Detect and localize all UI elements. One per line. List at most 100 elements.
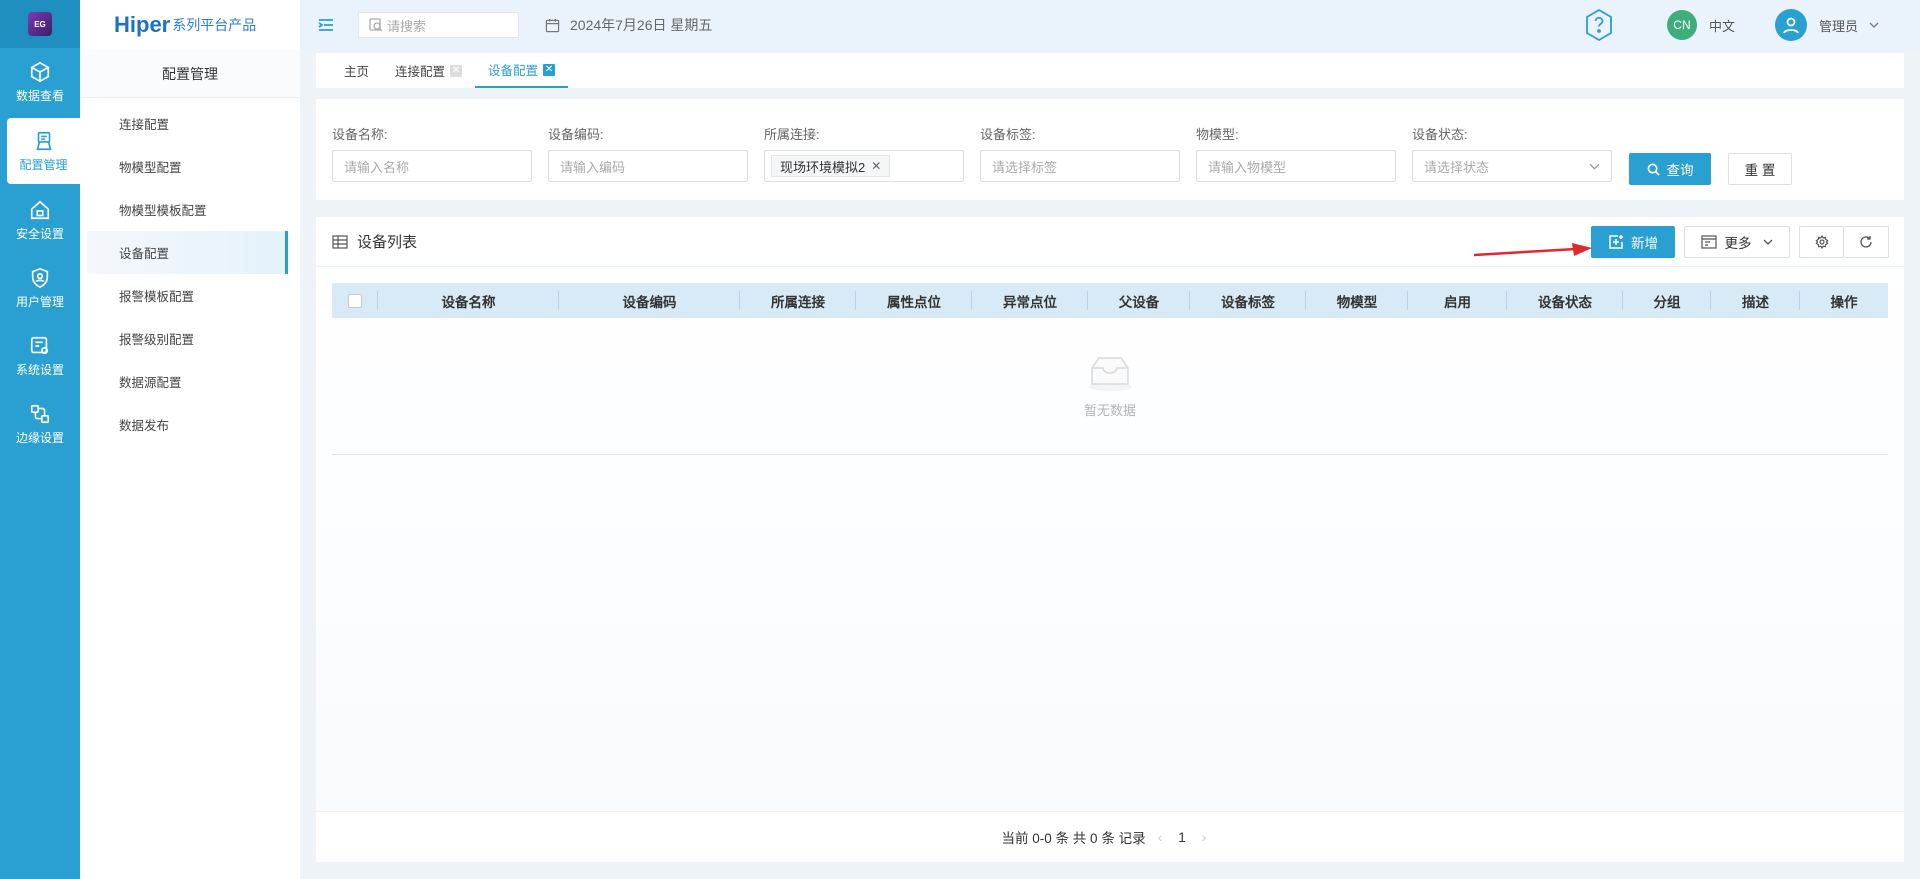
menu-toggle-icon[interactable] <box>316 15 336 35</box>
close-icon[interactable]: ✕ <box>543 63 556 76</box>
model-input[interactable]: 请输入物模型 <box>1196 150 1396 182</box>
panel-title: 设备列表 <box>357 234 418 251</box>
tab-label: 设备配置 <box>488 64 539 78</box>
column-header[interactable]: 分组 <box>1623 283 1711 318</box>
connection-select[interactable]: 现场环境模拟2 ✕ <box>764 150 964 182</box>
chevron-down-icon <box>1589 163 1600 170</box>
brand-suffix: 系列平台产品 <box>172 17 257 33</box>
status-field: 设备状态: 请选择状态 <box>1412 124 1612 182</box>
search-placeholder: 请搜索 <box>387 18 427 34</box>
rail-item-edge[interactable]: 边缘设置 <box>0 390 80 458</box>
user-name: 管理员 <box>1818 18 1858 34</box>
status-select[interactable]: 请选择状态 <box>1412 150 1612 182</box>
refresh-button[interactable] <box>1844 226 1889 258</box>
rail-item-data-view[interactable]: 数据查看 <box>0 48 80 116</box>
column-header[interactable]: 所属连接 <box>740 283 856 318</box>
calendar-icon <box>545 18 560 32</box>
add-icon <box>1609 235 1623 249</box>
topbar-right: CN 中文 管理员 <box>1581 0 1920 50</box>
column-header[interactable]: 描述 <box>1711 283 1800 318</box>
submenu: Hiper 系列平台产品 配置管理 连接配置 物模型配置 物模型模板配置 设备配置… <box>80 0 300 879</box>
column-header[interactable]: 设备状态 <box>1507 283 1623 318</box>
more-icon <box>1700 235 1717 249</box>
rail-item-label: 系统设置 <box>15 362 64 377</box>
submenu-item-connection[interactable]: 连接配置 <box>87 102 288 145</box>
next-page-icon[interactable]: › <box>1202 829 1207 845</box>
rail-item-security[interactable]: 安全设置 <box>0 186 80 254</box>
submenu-item-alarm-template[interactable]: 报警模板配置 <box>87 274 288 317</box>
system-settings-icon <box>30 336 49 354</box>
device-name-field: 设备名称: 请输入名称 <box>332 124 532 182</box>
select-all-cell <box>332 283 378 318</box>
column-header[interactable]: 设备标签 <box>1190 283 1306 318</box>
submenu-item-model[interactable]: 物模型配置 <box>87 145 288 188</box>
rail-item-config[interactable]: 配置管理 <box>7 118 80 184</box>
device-code-input[interactable]: 请输入编码 <box>548 150 748 182</box>
user-menu[interactable]: 管理员 <box>1774 9 1880 41</box>
query-button[interactable]: 查询 <box>1629 153 1711 185</box>
edge-icon <box>30 404 50 423</box>
more-label: 更多 <box>1724 236 1752 251</box>
column-header[interactable]: 操作 <box>1800 283 1888 318</box>
table-toolbar: 新增 更多 <box>1591 226 1889 258</box>
search-input[interactable]: 请搜索 <box>358 12 519 38</box>
model-field: 物模型: 请输入物模型 <box>1196 124 1396 182</box>
cube-icon <box>30 61 50 82</box>
refresh-icon <box>1860 236 1872 248</box>
rail-item-system[interactable]: 系统设置 <box>0 322 80 390</box>
reset-button[interactable]: 重 置 <box>1728 153 1792 185</box>
submenu-item-datasource[interactable]: 数据源配置 <box>87 360 288 403</box>
submenu-item-publish[interactable]: 数据发布 <box>87 403 288 446</box>
annotation-arrow-icon <box>1473 243 1592 257</box>
rail-item-label: 边缘设置 <box>15 430 64 445</box>
topbar: 请搜索 2024年7月26日 星期五 CN 中文 管理员 <box>300 0 1920 50</box>
submenu-item-model-template[interactable]: 物模型模板配置 <box>87 188 288 231</box>
language-label: 中文 <box>1708 18 1735 34</box>
status-placeholder: 请选择状态 <box>1424 159 1490 175</box>
empty-state: 暂无数据 <box>332 318 1888 455</box>
search-icon <box>1647 163 1660 176</box>
pagination: 当前 0-0 条 共 0 条 记录 ‹ 1 › <box>316 811 1904 862</box>
tab-connection-config[interactable]: 连接配置 ✕ <box>382 53 475 88</box>
field-label: 物模型: <box>1196 127 1239 142</box>
search-icon <box>369 18 383 32</box>
column-header[interactable]: 属性点位 <box>856 283 972 318</box>
table-icon <box>332 234 348 249</box>
column-header[interactable]: 父设备 <box>1088 283 1190 318</box>
device-name-input[interactable]: 请输入名称 <box>332 150 532 182</box>
language-switch[interactable]: CN 中文 <box>1666 10 1735 40</box>
rail-item-users[interactable]: 用户管理 <box>0 254 80 322</box>
column-settings-button[interactable] <box>1799 226 1844 258</box>
field-label: 设备状态: <box>1412 127 1468 142</box>
add-label: 新增 <box>1631 236 1658 251</box>
submenu-item-device[interactable]: 设备配置 <box>87 231 288 274</box>
avatar <box>1774 9 1807 41</box>
column-header[interactable]: 异常点位 <box>972 283 1088 318</box>
column-header[interactable]: 设备名称 <box>378 283 559 318</box>
field-label: 设备标签: <box>980 127 1036 142</box>
more-button[interactable]: 更多 <box>1684 226 1790 258</box>
select-all-checkbox[interactable] <box>348 293 362 308</box>
tab-device-config[interactable]: 设备配置 ✕ <box>475 53 569 88</box>
column-header[interactable]: 物模型 <box>1306 283 1408 318</box>
gear-icon <box>1815 235 1828 249</box>
device-tag-select[interactable]: 请选择标签 <box>980 150 1180 182</box>
column-header[interactable]: 启用 <box>1408 283 1507 318</box>
field-label: 设备编码: <box>548 127 604 142</box>
prev-page-icon[interactable]: ‹ <box>1158 829 1163 845</box>
config-icon <box>36 131 51 150</box>
page-number[interactable]: 1 <box>1178 830 1186 845</box>
connection-field: 所属连接: 现场环境模拟2 ✕ <box>764 124 964 182</box>
close-icon[interactable]: ✕ <box>450 64 463 77</box>
chevron-down-icon <box>1763 239 1772 245</box>
tag-close-icon[interactable]: ✕ <box>871 159 881 173</box>
tab-home[interactable]: 主页 <box>331 53 382 88</box>
submenu-title: 配置管理 <box>80 50 300 98</box>
add-button[interactable]: 新增 <box>1591 226 1675 258</box>
query-label: 查询 <box>1666 163 1694 178</box>
column-header[interactable]: 设备编码 <box>559 283 740 318</box>
home-lock-icon <box>30 200 50 219</box>
submenu-item-alarm-level[interactable]: 报警级别配置 <box>87 317 288 360</box>
help-icon[interactable] <box>1581 7 1617 43</box>
user-shield-icon <box>31 267 49 288</box>
